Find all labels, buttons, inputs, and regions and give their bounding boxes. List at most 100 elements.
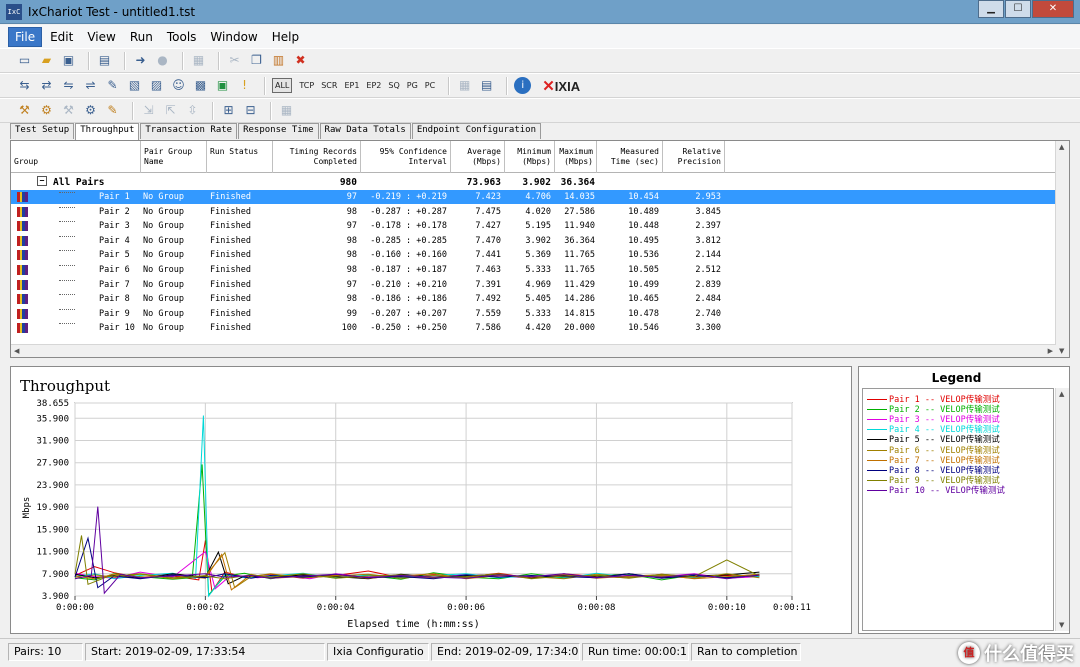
paste-icon[interactable]: ▥ — [270, 52, 287, 69]
scroll-down-icon[interactable]: ▼ — [1059, 621, 1064, 629]
filter-tcp-button[interactable]: TCP — [299, 81, 314, 90]
run-icon[interactable]: ➜ — [132, 52, 149, 69]
pair-row[interactable]: Pair 3 No Group Finished 97 -0.178 : +0.178 7… — [11, 219, 1056, 233]
menu-file[interactable]: File — [8, 26, 43, 47]
sort-icon[interactable]: ⚒ — [16, 102, 33, 119]
menu-tools[interactable]: Tools — [161, 28, 203, 46]
print-icon[interactable]: ▤ — [96, 52, 113, 69]
legend-scrollbar[interactable]: ▲ ▼ — [1055, 388, 1069, 631]
add-multicast-icon[interactable]: ⇄ — [38, 77, 55, 94]
filter-sq-button[interactable]: SQ — [388, 81, 399, 90]
grid-icon[interactable]: ▦ — [278, 102, 295, 119]
legend-item[interactable]: Pair 5 -- VELOP传输测试 — [867, 433, 1000, 445]
pair-row[interactable]: Pair 1 No Group Finished 97 -0.219 : +0.219 7… — [11, 190, 1056, 204]
legend-item[interactable]: Pair 2 -- VELOP传输测试 — [867, 403, 1000, 415]
endpoint-icon[interactable]: ▨ — [148, 77, 165, 94]
minimize-button[interactable]: ▁ — [978, 0, 1004, 18]
pair-row[interactable]: Pair 8 No Group Finished 98 -0.186 : +0.186 7… — [11, 292, 1056, 306]
collapse-icon[interactable]: ⇱ — [162, 102, 179, 119]
column-header[interactable]: Group — [11, 141, 141, 173]
swap-icon[interactable]: ⚙ — [38, 102, 55, 119]
cut-icon[interactable]: ✂ — [226, 52, 243, 69]
split-icon[interactable]: ⊟ — [242, 102, 259, 119]
legend-item[interactable]: Pair 6 -- VELOP传输测试 — [867, 444, 1000, 456]
collapse-toggle-icon[interactable]: − — [37, 176, 47, 186]
pair-row[interactable]: Pair 4 No Group Finished 98 -0.285 : +0.285 7… — [11, 234, 1056, 248]
filter-icon[interactable]: ⇳ — [184, 102, 201, 119]
column-header[interactable]: Minimum (Mbps) — [505, 141, 555, 173]
scroll-up-icon[interactable]: ▲ — [1059, 143, 1064, 151]
filter-scr-button[interactable]: SCR — [321, 81, 337, 90]
pair-row[interactable]: Pair 10 No Group Finished 100 -0.250 : +0.25… — [11, 321, 1056, 335]
grid-horizontal-scrollbar[interactable]: ◀ ▶ — [11, 344, 1056, 357]
column-header[interactable]: Measured Time (sec) — [597, 141, 663, 173]
legend-item[interactable]: Pair 7 -- VELOP传输测试 — [867, 454, 1000, 466]
maximize-button[interactable]: ☐ — [1005, 0, 1031, 18]
column-header[interactable]: Relative Precision — [663, 141, 725, 173]
tab-throughput[interactable]: Throughput — [75, 123, 140, 140]
tab-response-time[interactable]: Response Time — [238, 123, 319, 139]
scroll-right-icon[interactable]: ▶ — [1048, 347, 1053, 355]
filter-pg-button[interactable]: PG — [407, 81, 418, 90]
column-header[interactable]: Run Status — [207, 141, 273, 173]
edit-group-icon[interactable]: ✎ — [104, 102, 121, 119]
user-icon[interactable]: ☺ — [170, 77, 187, 94]
legend-item[interactable]: Pair 4 -- VELOP传输测试 — [867, 423, 1000, 435]
filter-ep2-button[interactable]: EP2 — [366, 81, 381, 90]
save-icon[interactable]: ▣ — [60, 52, 77, 69]
all-pairs-row[interactable]: − All Pairs 980 73.963 3.902 36.364 — [11, 175, 1056, 189]
tools-icon[interactable]: ⚙ — [82, 102, 99, 119]
tab-endpoint-configuration[interactable]: Endpoint Configuration — [411, 123, 542, 139]
tab-test-setup[interactable]: Test Setup — [10, 123, 75, 139]
pair-row[interactable]: Pair 7 No Group Finished 97 -0.210 : +0.210 7… — [11, 278, 1056, 292]
info-icon[interactable]: i — [514, 77, 532, 94]
report-icon[interactable]: ▦ — [190, 52, 207, 69]
export-icon[interactable]: ▤ — [478, 77, 495, 94]
pair-row[interactable]: Pair 6 No Group Finished 98 -0.187 : +0.187 7… — [11, 263, 1056, 277]
new-file-icon[interactable]: ▭ — [16, 52, 33, 69]
results-icon[interactable]: ▣ — [214, 77, 231, 94]
hint-icon[interactable]: ! — [236, 77, 253, 94]
scroll-down-icon[interactable]: ▼ — [1059, 347, 1064, 355]
menu-edit[interactable]: Edit — [44, 28, 79, 46]
scroll-up-icon[interactable]: ▲ — [1059, 390, 1064, 398]
scroll-left-icon[interactable]: ◀ — [14, 347, 19, 355]
add-pair-icon[interactable]: ⇆ — [16, 77, 33, 94]
pair-row[interactable]: Pair 9 No Group Finished 99 -0.207 : +0.207 7… — [11, 307, 1056, 321]
legend-item[interactable]: Pair 9 -- VELOP传输测试 — [867, 474, 1000, 486]
menu-help[interactable]: Help — [266, 28, 305, 46]
column-header[interactable]: Maximum (Mbps) — [555, 141, 597, 173]
filter-ep1-button[interactable]: EP1 — [344, 81, 359, 90]
grid-vertical-scrollbar[interactable]: ▲ ▼ — [1055, 141, 1069, 357]
renumber-icon[interactable]: ⇋ — [60, 77, 77, 94]
column-header[interactable]: 95% Confidence Interval — [361, 141, 451, 173]
menu-view[interactable]: View — [81, 28, 121, 46]
filter-pc-button[interactable]: PC — [425, 81, 435, 90]
column-header[interactable]: Timing Records Completed — [273, 141, 361, 173]
close-button[interactable]: ✕ — [1032, 0, 1074, 18]
script-icon[interactable]: ▧ — [126, 77, 143, 94]
move-up-icon[interactable]: ⚒ — [60, 102, 77, 119]
legend-item[interactable]: Pair 8 -- VELOP传输测试 — [867, 464, 1000, 476]
group-icon[interactable]: ⇌ — [82, 77, 99, 94]
legend-item[interactable]: Pair 3 -- VELOP传输测试 — [867, 413, 1000, 425]
layout-icon[interactable]: ⊞ — [220, 102, 237, 119]
pair-row[interactable]: Pair 2 No Group Finished 98 -0.287 : +0.287 7… — [11, 205, 1056, 219]
legend-item[interactable]: Pair 10 -- VELOP传输测试 — [867, 484, 1005, 496]
copy-icon[interactable]: ❐ — [248, 52, 265, 69]
pair-row[interactable]: Pair 5 No Group Finished 98 -0.160 : +0.160 7… — [11, 248, 1056, 262]
delete-icon[interactable]: ✖ — [292, 52, 309, 69]
filter-all-button[interactable]: ALL — [272, 78, 293, 93]
open-folder-icon[interactable]: ▰ — [38, 52, 55, 69]
column-header[interactable]: Average (Mbps) — [451, 141, 505, 173]
chart-icon[interactable]: ▦ — [456, 77, 473, 94]
column-header[interactable]: Pair Group Name — [141, 141, 207, 173]
legend-item[interactable]: Pair 1 -- VELOP传输测试 — [867, 393, 1000, 405]
tab-transaction-rate[interactable]: Transaction Rate — [140, 123, 238, 139]
network-icon[interactable]: ▩ — [192, 77, 209, 94]
menu-run[interactable]: Run — [124, 28, 159, 46]
stop-icon[interactable]: ● — [154, 52, 171, 69]
menu-window[interactable]: Window — [204, 28, 263, 46]
tab-raw-data-totals[interactable]: Raw Data Totals — [319, 123, 411, 139]
expand-icon[interactable]: ⇲ — [140, 102, 157, 119]
